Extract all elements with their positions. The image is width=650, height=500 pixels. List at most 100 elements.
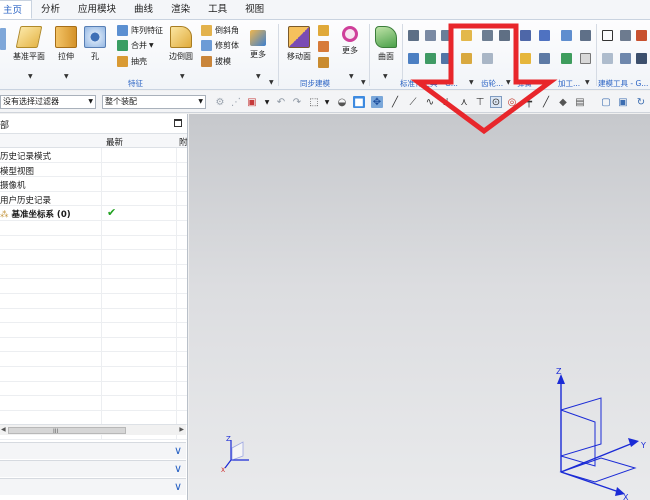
line-icon[interactable]: ╱ (540, 96, 552, 108)
tree-row[interactable]: 用户历史记录 (0, 191, 187, 207)
quadrant-icon[interactable]: ◎ (506, 96, 518, 108)
standard-part-icon[interactable] (441, 30, 452, 41)
group-machining-expand-icon[interactable]: ▼ (585, 79, 590, 86)
unite-dropdown-icon[interactable]: ▼ (149, 42, 154, 49)
view-icon[interactable]: ▢ (600, 96, 612, 108)
redo-icon[interactable]: ↷ (291, 96, 303, 108)
surface-dropdown-icon[interactable]: ▼ (383, 73, 388, 80)
details-panel[interactable]: ∨ (0, 460, 186, 477)
more-sync-button[interactable]: 更多 (342, 26, 358, 56)
spring-tool-icon[interactable] (539, 30, 550, 41)
normal-icon[interactable]: ⊤ (474, 96, 486, 108)
tab-analysis[interactable]: 分析 (32, 0, 69, 19)
surface-button[interactable]: 曲面 (375, 26, 397, 62)
gear-tool-icon[interactable] (461, 30, 472, 41)
group-gear-expand-icon[interactable]: ▼ (506, 79, 511, 86)
modeling-tool-icon[interactable] (602, 53, 613, 64)
scroll-right-icon[interactable]: ▶ (179, 426, 184, 433)
scroll-left-icon[interactable]: ◀ (1, 426, 6, 433)
sync-tool-icon[interactable] (318, 25, 329, 36)
draft-button[interactable]: 拔模 (201, 56, 231, 67)
more-sync-dropdown-icon[interactable]: ▼ (349, 73, 354, 80)
standard-part-icon[interactable] (408, 53, 419, 64)
machining-tool-icon[interactable] (561, 30, 572, 41)
view-icon[interactable]: ▣ (617, 96, 629, 108)
spring-tool-icon[interactable] (520, 30, 531, 41)
tab-home[interactable]: 主页 (0, 0, 33, 19)
column-latest[interactable]: 最新 (106, 136, 123, 148)
modeling-tool-icon[interactable] (602, 30, 613, 41)
tree-row[interactable]: 模型视图 (0, 162, 187, 178)
cut-off-icon[interactable] (0, 28, 6, 50)
dependencies-panel[interactable]: ∨ (0, 442, 186, 459)
chevron-down-icon[interactable]: ▼ (261, 96, 273, 108)
modeling-tool-icon[interactable] (636, 53, 647, 64)
edge-icon[interactable]: ⊥ (441, 96, 453, 108)
more-feature-button[interactable]: 更多 (250, 30, 266, 60)
extrude-dropdown-icon[interactable]: ▼ (64, 73, 69, 80)
gear-icon[interactable]: ⚙ (214, 96, 226, 108)
shell-button[interactable]: 抽壳 (117, 56, 147, 67)
tree-row[interactable]: 历史记录模式 (0, 148, 187, 163)
maximize-icon[interactable] (174, 119, 182, 127)
solid-icon[interactable]: ◒ (336, 96, 348, 108)
undo-icon[interactable]: ↶ (275, 96, 287, 108)
box-select-icon[interactable]: ⬚ (308, 96, 320, 108)
center-point-icon[interactable]: ⊙ (490, 96, 502, 108)
unite-button[interactable]: 合并 ▼ (117, 40, 154, 51)
list-icon[interactable]: ▤ (574, 96, 586, 108)
vertex-icon[interactable]: ✥ (371, 96, 383, 108)
standard-part-icon[interactable] (425, 53, 436, 64)
pattern-feature-button[interactable]: 阵列特征 (117, 25, 163, 36)
machining-tool-icon[interactable] (561, 53, 572, 64)
refresh-icon[interactable]: ↻ (635, 96, 647, 108)
standard-part-icon[interactable] (425, 30, 436, 41)
spring-tool-icon[interactable] (520, 53, 531, 64)
tab-view[interactable]: 视图 (236, 0, 273, 19)
chevron-down-icon[interactable]: ▼ (321, 96, 333, 108)
tab-applications[interactable]: 应用模块 (69, 0, 125, 19)
sync-tool-icon[interactable] (318, 41, 329, 52)
curve-icon[interactable]: ∿ (424, 96, 436, 108)
midpoint-icon[interactable]: ⟋ (407, 96, 419, 108)
modeling-tool-icon[interactable] (620, 53, 631, 64)
hole-button[interactable]: 孔 (84, 26, 106, 62)
trim-body-button[interactable]: 修剪体 (201, 40, 239, 51)
horizontal-scrollbar[interactable]: ◀ III ▶ (0, 424, 186, 435)
chamfer-button[interactable]: 倒斜角 (201, 25, 239, 36)
gear-tool-icon[interactable] (482, 30, 493, 41)
tab-tools[interactable]: 工具 (199, 0, 236, 19)
gear-tool-icon[interactable] (461, 53, 472, 64)
select-icon[interactable]: ▣ (246, 96, 258, 108)
standard-part-icon[interactable] (441, 53, 452, 64)
sync-tool-icon[interactable] (318, 57, 329, 68)
more-feature-dropdown-icon[interactable]: ▼ (256, 73, 261, 80)
datum-plane-dropdown-icon[interactable]: ▼ (28, 73, 33, 80)
snap-icon[interactable]: ⋰ (230, 96, 242, 108)
spring-tool-icon[interactable] (539, 53, 550, 64)
endpoint-icon[interactable]: ╱ (389, 96, 401, 108)
group-standard-expand-icon[interactable]: ▼ (469, 79, 474, 86)
gear-tool-icon[interactable] (499, 30, 510, 41)
column-extra[interactable]: 附 (179, 136, 188, 148)
group-feature-expand-icon[interactable]: ▼ (269, 79, 274, 86)
gear-tool-icon[interactable] (482, 53, 493, 64)
modeling-tool-icon[interactable] (620, 30, 631, 41)
scrollbar-thumb[interactable]: III (8, 427, 126, 435)
group-sync-expand-icon[interactable]: ▼ (361, 79, 366, 86)
tab-render[interactable]: 渲染 (162, 0, 199, 19)
extrude-button[interactable]: 拉伸 (55, 26, 77, 62)
machining-tool-icon[interactable] (580, 53, 591, 64)
move-face-button[interactable]: 移动面 (287, 26, 311, 62)
cube-icon[interactable]: ■ (353, 96, 365, 108)
preview-panel[interactable]: ∨ (0, 478, 186, 495)
tab-curve[interactable]: 曲线 (125, 0, 162, 19)
machining-tool-icon[interactable] (580, 30, 591, 41)
intersection-icon[interactable]: ⋏ (458, 96, 470, 108)
edge-blend-button[interactable]: 边倒圆 (169, 26, 193, 62)
selection-scope-select[interactable]: 整个装配 ▼ (102, 95, 206, 109)
datum-plane-button[interactable]: 基准平面 (13, 26, 45, 62)
tree-row[interactable]: 摄像机 (0, 177, 187, 192)
standard-part-icon[interactable] (408, 30, 419, 41)
edge-blend-dropdown-icon[interactable]: ▼ (180, 73, 185, 80)
